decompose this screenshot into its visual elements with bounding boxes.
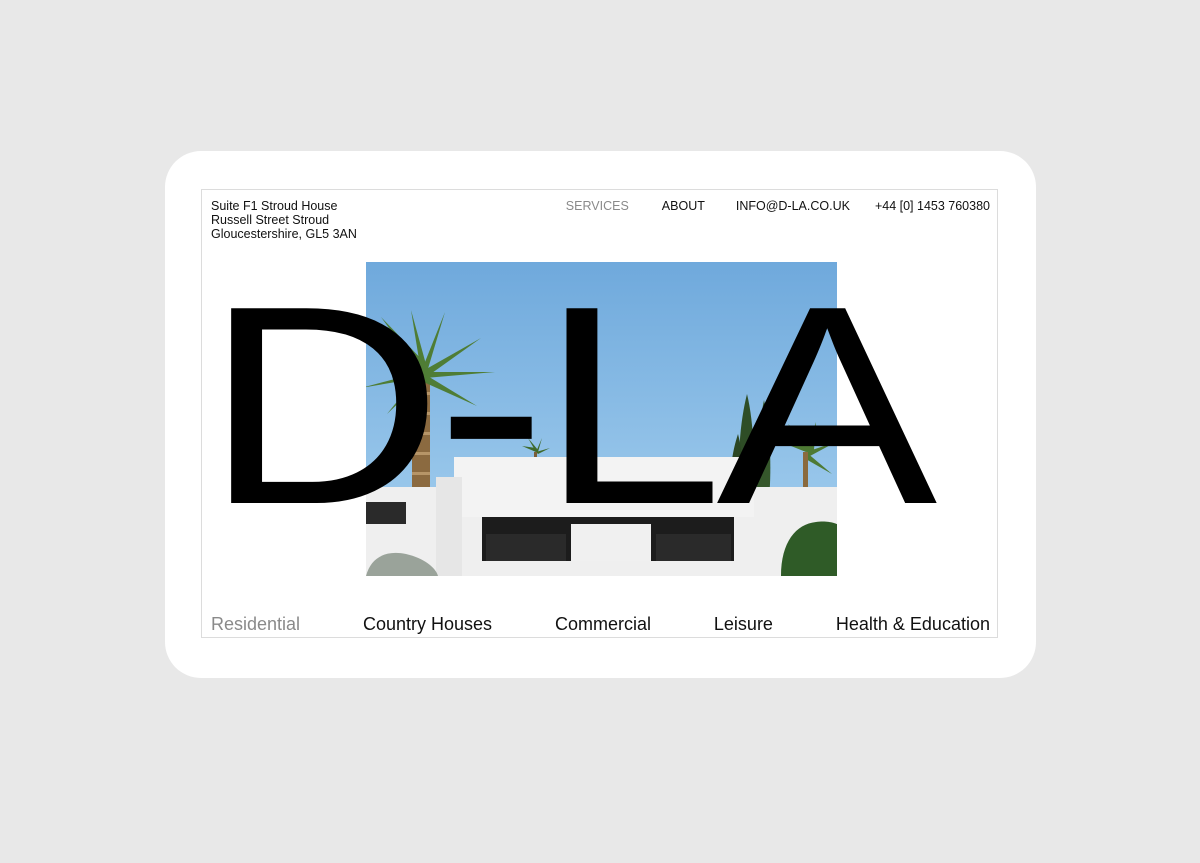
hero-image bbox=[366, 262, 837, 576]
category-commercial[interactable]: Commercial bbox=[555, 614, 651, 634]
nav-services[interactable]: SERVICES bbox=[566, 199, 629, 213]
website-screen: Suite F1 Stroud House Russell Street Str… bbox=[201, 189, 998, 638]
address-line-3: Gloucestershire, GL5 3AN bbox=[211, 227, 357, 241]
category-leisure[interactable]: Leisure bbox=[714, 614, 773, 634]
nav-email-link[interactable]: INFO@D-LA.CO.UK bbox=[736, 199, 850, 213]
address-line-2: Russell Street Stroud bbox=[211, 213, 330, 227]
category-country-houses[interactable]: Country Houses bbox=[363, 614, 492, 634]
nav-phone-link[interactable]: +44 [0] 1453 760380 bbox=[875, 199, 990, 213]
address-line-1: Suite F1 Stroud House bbox=[211, 199, 338, 213]
nav-about[interactable]: ABOUT bbox=[662, 199, 705, 213]
category-residential[interactable]: Residential bbox=[211, 614, 300, 634]
top-nav: SERVICES ABOUT INFO@D-LA.CO.UK +44 [0] 1… bbox=[566, 199, 990, 213]
category-nav: Residential Country Houses Commercial Le… bbox=[211, 614, 990, 634]
category-health-education[interactable]: Health & Education bbox=[836, 614, 990, 634]
address-block: Suite F1 Stroud House Russell Street Str… bbox=[211, 199, 357, 241]
